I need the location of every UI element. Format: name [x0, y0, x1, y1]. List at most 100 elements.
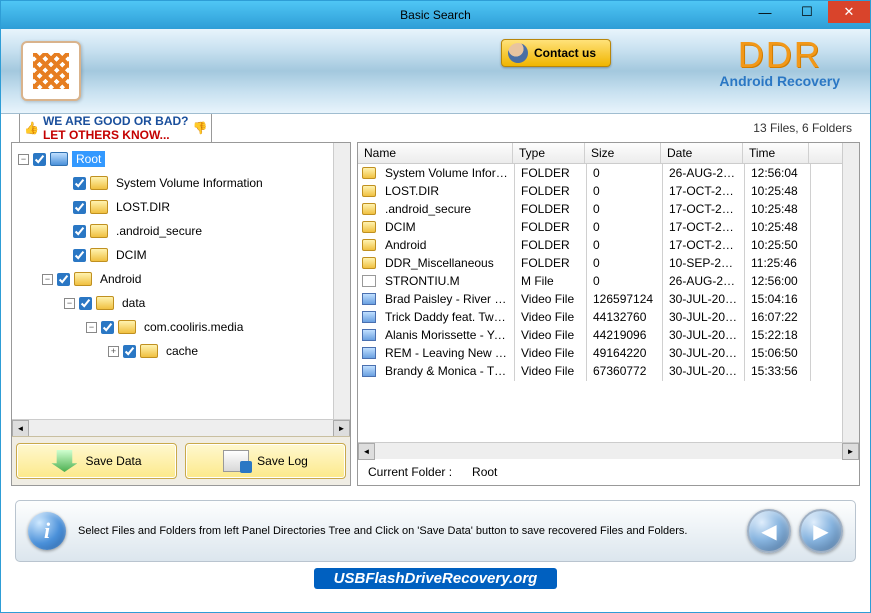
cell-date: 17-OCT-2014: [663, 217, 745, 237]
cell-type: FOLDER: [515, 235, 587, 255]
folder-icon: [362, 185, 376, 197]
cell-size: 126597124: [587, 289, 663, 309]
cell-time: 15:33:56: [745, 361, 811, 381]
website-link[interactable]: USBFlashDriveRecovery.org: [314, 568, 558, 589]
cell-date: 17-OCT-2014: [663, 235, 745, 255]
list-row[interactable]: LOST.DIR FOLDER 0 17-OCT-2014 10:25:48: [358, 182, 842, 200]
cell-type: FOLDER: [515, 199, 587, 219]
current-folder-label: Current Folder :: [368, 465, 452, 479]
cell-time: 15:22:18: [745, 325, 811, 345]
cell-name: STRONTIU.M: [379, 271, 515, 291]
video-icon: [362, 365, 376, 377]
list-row[interactable]: Alanis Morissette - You Ou... Video File…: [358, 326, 842, 344]
cell-type: Video File: [515, 325, 587, 345]
list-horizontal-scrollbar[interactable]: ◄►: [358, 442, 859, 459]
cell-time: 15:06:50: [745, 343, 811, 363]
col-time[interactable]: Time: [743, 143, 809, 163]
list-row[interactable]: Trick Daddy feat. Twista ... Video File …: [358, 308, 842, 326]
cell-name: REM - Leaving New York....: [379, 343, 515, 363]
folder-icon: [118, 320, 136, 334]
brand-logo: DDR Android Recovery: [719, 37, 840, 89]
list-row[interactable]: Brad Paisley - River Bank.... Video File…: [358, 290, 842, 308]
tree-checkbox[interactable]: [33, 153, 46, 166]
folder-icon: [90, 176, 108, 190]
collapse-icon[interactable]: −: [64, 298, 75, 309]
tree-checkbox[interactable]: [73, 177, 86, 190]
folder-icon: [90, 200, 108, 214]
window-title: Basic Search: [400, 8, 471, 22]
folder-icon: [140, 344, 158, 358]
list-row[interactable]: .android_secure FOLDER 0 17-OCT-2014 10:…: [358, 200, 842, 218]
next-button[interactable]: ▶: [799, 509, 843, 553]
list-vertical-scrollbar[interactable]: [842, 143, 859, 442]
tree-checkbox[interactable]: [73, 225, 86, 238]
back-button[interactable]: ◀: [747, 509, 791, 553]
cell-time: 15:04:16: [745, 289, 811, 309]
tree-checkbox[interactable]: [123, 345, 136, 358]
folder-icon: [74, 272, 92, 286]
tree-item-label[interactable]: LOST.DIR: [112, 199, 174, 215]
list-row[interactable]: STRONTIU.M M File 0 26-AUG-2015 12:56:00: [358, 272, 842, 290]
save-log-button[interactable]: Save Log: [185, 443, 346, 479]
col-date[interactable]: Date: [661, 143, 743, 163]
header-band: Contact us DDR Android Recovery: [1, 29, 870, 114]
collapse-icon[interactable]: −: [86, 322, 97, 333]
list-row[interactable]: DDR_Miscellaneous FOLDER 0 10-SEP-2015 1…: [358, 254, 842, 272]
cell-date: 30-JUL-2015: [663, 361, 745, 381]
list-row[interactable]: REM - Leaving New York.... Video File 49…: [358, 344, 842, 362]
drive-icon: [50, 152, 68, 166]
contact-us-button[interactable]: Contact us: [501, 39, 611, 67]
titlebar[interactable]: Basic Search — ☐ ✕: [1, 1, 870, 29]
tree-checkbox[interactable]: [79, 297, 92, 310]
tree-item-label[interactable]: DCIM: [112, 247, 151, 263]
list-header[interactable]: Name Type Size Date Time: [358, 143, 842, 164]
col-name[interactable]: Name: [358, 143, 513, 163]
tree-horizontal-scrollbar[interactable]: ◄►: [12, 419, 350, 436]
list-row[interactable]: System Volume Information FOLDER 0 26-AU…: [358, 164, 842, 182]
cell-type: FOLDER: [515, 253, 587, 273]
close-button[interactable]: ✕: [828, 1, 870, 23]
brand-subtitle: Android Recovery: [719, 73, 840, 89]
cell-name: LOST.DIR: [379, 181, 515, 201]
expand-icon[interactable]: +: [108, 346, 119, 357]
save-data-button[interactable]: Save Data: [16, 443, 177, 479]
tree-item-label[interactable]: com.cooliris.media: [140, 319, 247, 335]
list-row[interactable]: DCIM FOLDER 0 17-OCT-2014 10:25:48: [358, 218, 842, 236]
folder-icon: [362, 203, 376, 215]
tree-item-label[interactable]: .android_secure: [112, 223, 206, 239]
tree-root-label[interactable]: Root: [72, 151, 105, 167]
minimize-button[interactable]: —: [744, 1, 786, 23]
cell-size: 0: [587, 181, 663, 201]
cell-name: Android: [379, 235, 515, 255]
tree-vertical-scrollbar[interactable]: [333, 143, 350, 419]
tree-item-label[interactable]: cache: [162, 343, 202, 359]
tree-item-label[interactable]: Android: [96, 271, 145, 287]
list-row[interactable]: Android FOLDER 0 17-OCT-2014 10:25:50: [358, 236, 842, 254]
tree-checkbox[interactable]: [73, 201, 86, 214]
tree-checkbox[interactable]: [73, 249, 86, 262]
col-size[interactable]: Size: [585, 143, 661, 163]
app-logo: [21, 41, 81, 101]
tree-checkbox[interactable]: [101, 321, 114, 334]
col-type[interactable]: Type: [513, 143, 585, 163]
cell-size: 0: [587, 235, 663, 255]
cell-date: 10-SEP-2015: [663, 253, 745, 273]
tree-checkbox[interactable]: [57, 273, 70, 286]
list-row[interactable]: Brandy & Monica - The Bo... Video File 6…: [358, 362, 842, 380]
thumbs-down-icon: 👎: [193, 121, 208, 135]
cell-size: 0: [587, 271, 663, 291]
cell-size: 44132760: [587, 307, 663, 327]
tree-item-label[interactable]: System Volume Information: [112, 175, 267, 191]
cell-date: 30-JUL-2015: [663, 289, 745, 309]
folder-icon: [362, 239, 376, 251]
cell-time: 10:25:48: [745, 217, 811, 237]
cell-type: M File: [515, 271, 587, 291]
maximize-button[interactable]: ☐: [786, 1, 828, 23]
collapse-icon[interactable]: −: [42, 274, 53, 285]
file-list[interactable]: System Volume Information FOLDER 0 26-AU…: [358, 164, 842, 442]
tree-item-label[interactable]: data: [118, 295, 149, 311]
collapse-icon[interactable]: −: [18, 154, 29, 165]
directory-tree[interactable]: − Root System Volume Information LOST.DI…: [12, 143, 333, 419]
cell-name: DCIM: [379, 217, 515, 237]
feedback-line1: WE ARE GOOD OR BAD?: [43, 114, 189, 128]
